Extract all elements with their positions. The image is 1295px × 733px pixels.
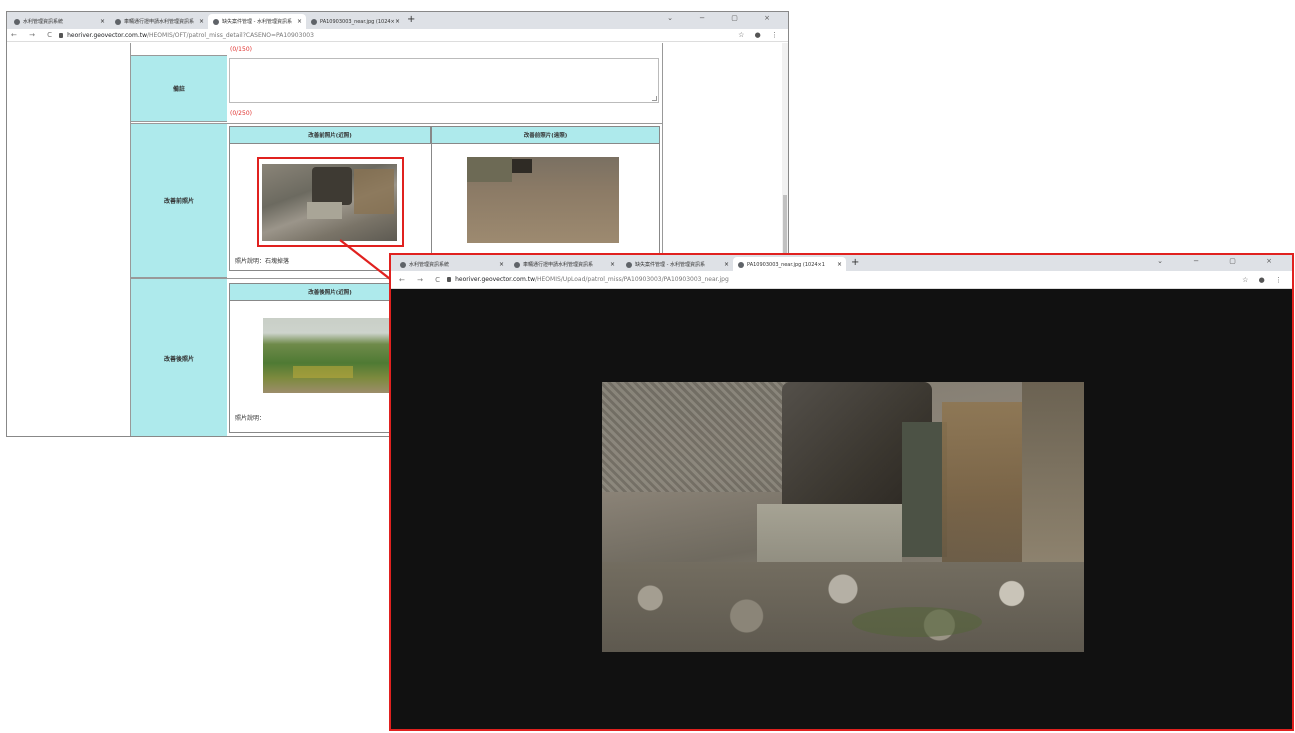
front-browser-window: 水利管理資訊系統 × 車輛通行證申請水利管理資訊系 × 缺失案件管理 - 水利管… <box>389 253 1294 731</box>
image-viewer <box>391 290 1292 729</box>
tab-label: 車輛通行證申請水利管理資訊系 <box>523 262 594 268</box>
window-controls[interactable]: ⌄ − ▢ × <box>1157 257 1286 265</box>
tab-2[interactable]: 車輛通行證申請水利管理資訊系 × <box>509 257 619 272</box>
new-tab-icon[interactable]: + <box>851 257 859 268</box>
full-size-photo[interactable] <box>602 382 1084 652</box>
water <box>902 422 947 557</box>
tab-label: 缺失案件管理 - 水利管理資訊系 <box>635 262 705 268</box>
tab-label: PA10903003_near.jpg (1024×1 <box>747 261 825 268</box>
close-icon[interactable]: × <box>724 261 729 268</box>
lock-icon <box>447 277 452 282</box>
url-host: heoriver.geovector.com.tw <box>455 276 535 283</box>
globe-icon <box>400 261 406 268</box>
nav-buttons-icon[interactable]: ← → C <box>399 276 445 284</box>
tab-4[interactable]: PA10903003_near.jpg (1024×1 × <box>733 257 846 272</box>
globe-icon <box>514 261 520 268</box>
rocks <box>602 562 1084 652</box>
toolbar-icons[interactable]: ☆ ● ⋮ <box>1242 276 1286 284</box>
globe-icon <box>738 261 744 268</box>
tab-label: 水利管理資訊系統 <box>409 262 450 268</box>
tab-1[interactable]: 水利管理資訊系統 × <box>395 257 508 272</box>
tab-strip: 水利管理資訊系統 × 車輛通行證申請水利管理資訊系 × 缺失案件管理 - 水利管… <box>391 255 1292 272</box>
wire-mesh <box>602 382 802 492</box>
globe-icon <box>626 261 632 268</box>
address-bar[interactable]: ← → C heoriver.geovector.com.tw /HEOMIS/… <box>391 271 1292 289</box>
close-icon[interactable]: × <box>837 261 842 268</box>
url-path: /HEOMIS/UpLoad/patrol_miss/PA10903003/PA… <box>534 276 729 283</box>
close-icon[interactable]: × <box>610 261 615 268</box>
tab-3[interactable]: 缺失案件管理 - 水利管理資訊系 × <box>621 257 733 272</box>
close-icon[interactable]: × <box>499 261 504 268</box>
dry-grass <box>942 402 1032 562</box>
moss <box>852 607 982 637</box>
